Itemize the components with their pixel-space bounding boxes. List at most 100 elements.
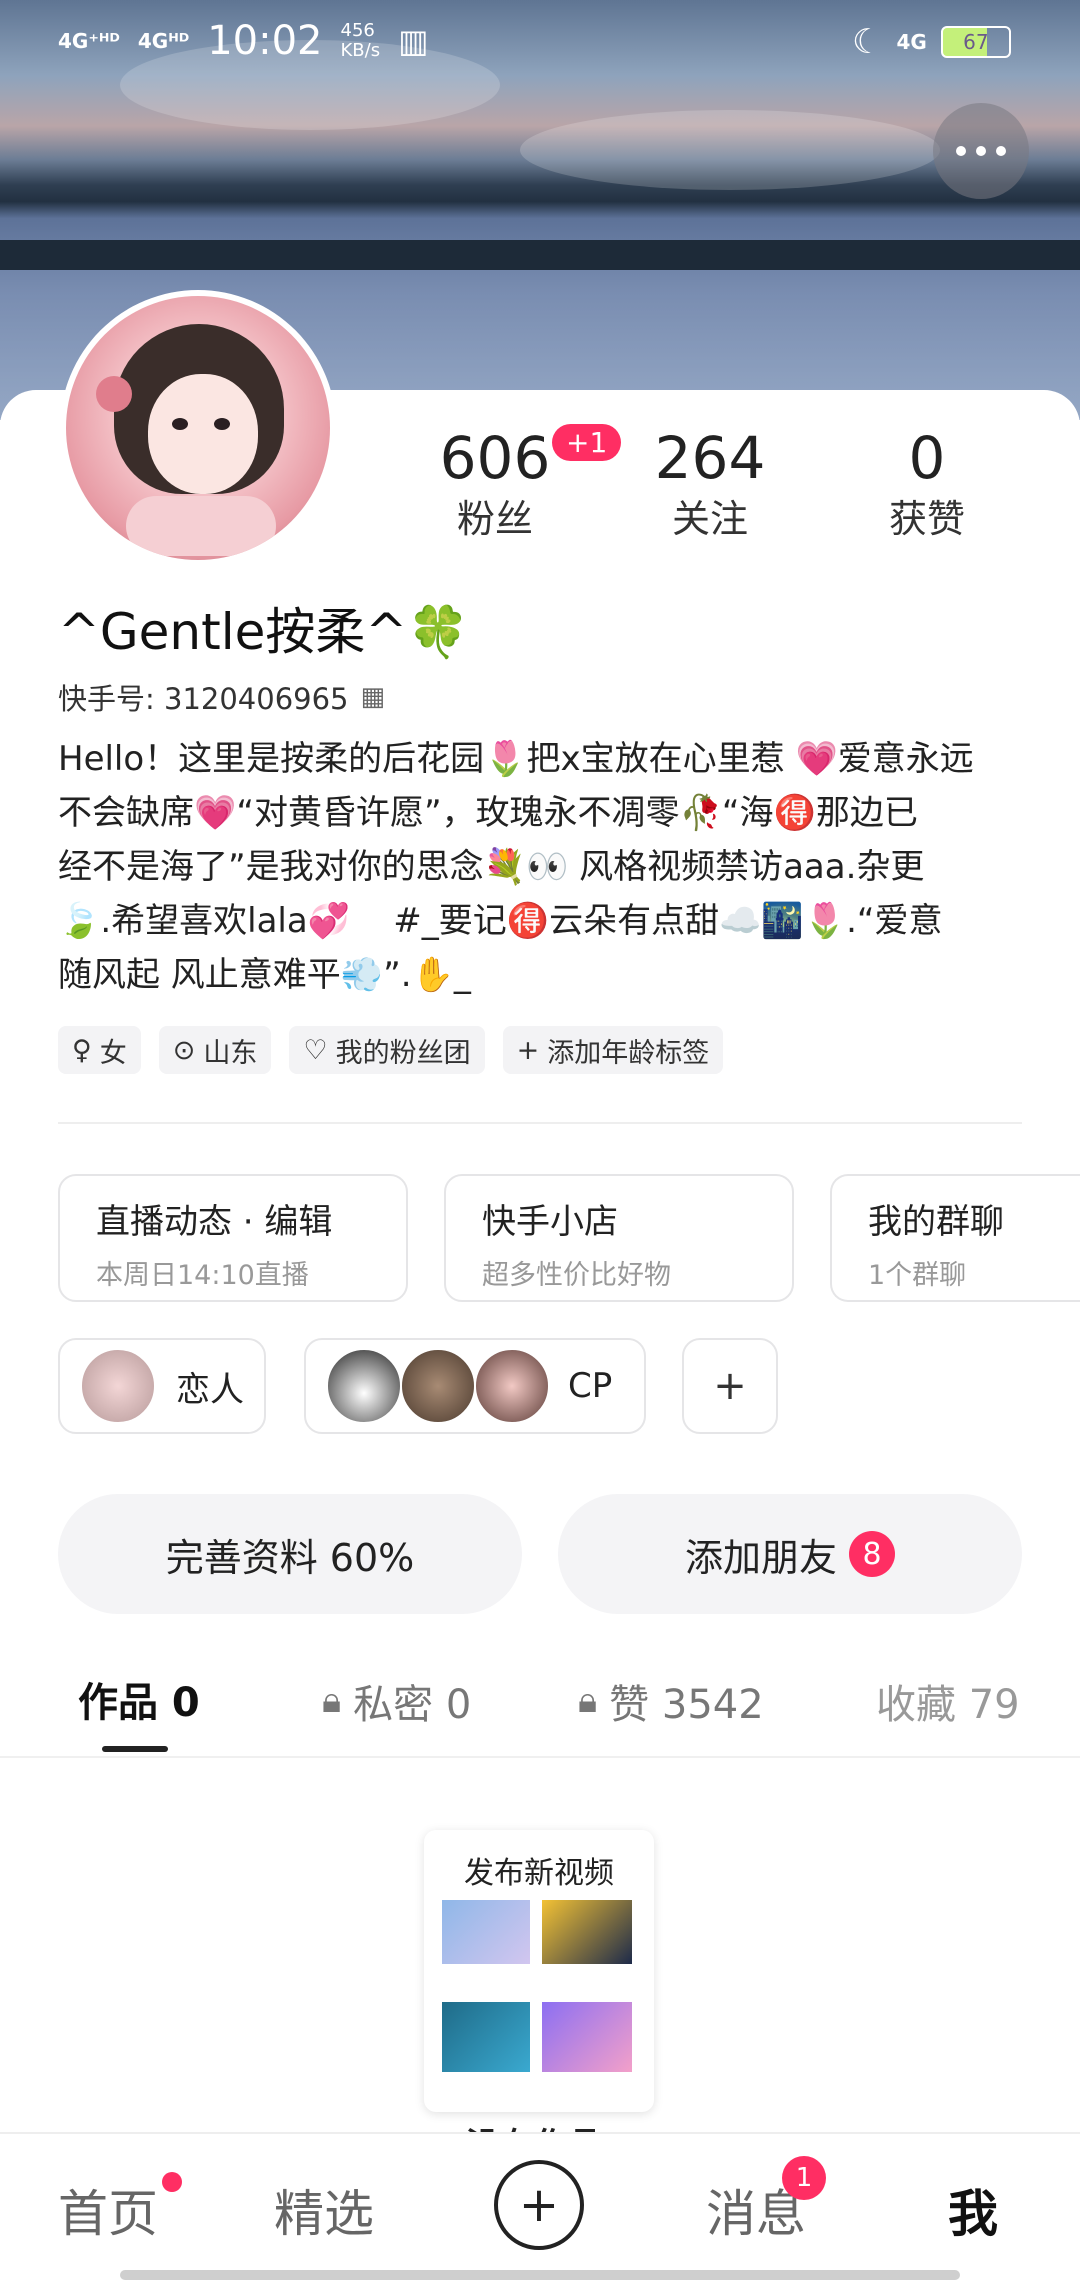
tag-location[interactable]: ⊙ 山东 — [158, 1026, 272, 1074]
app-notification-icon: ▥ — [398, 22, 429, 60]
divider — [58, 1122, 1022, 1124]
likes-count: 0 — [908, 424, 946, 492]
avatar[interactable] — [60, 290, 336, 566]
more-options-button[interactable] — [933, 103, 1029, 199]
info-card-title: 快手小店 — [482, 1202, 618, 1242]
complete-profile-label: 完善资料 60% — [165, 1535, 415, 1580]
plus-icon: + — [516, 1034, 540, 1066]
status-bar-right: ☾ 4G 67 — [852, 22, 1011, 62]
nav-me[interactable]: 我 — [948, 2174, 998, 2246]
tab-liked[interactable]: 🔒︎ 赞 3542 — [578, 1672, 764, 1730]
nav-featured[interactable]: 精选 — [274, 2174, 374, 2246]
tab-label: 私密 0 — [353, 1682, 472, 1728]
likes-label: 获赞 — [888, 497, 965, 541]
active-tab-indicator — [102, 1746, 168, 1752]
info-card-title: 我的群聊 — [868, 1202, 1004, 1242]
likes-stat[interactable]: 0 获赞 — [862, 424, 992, 543]
avatar-eye — [172, 418, 188, 430]
template-thumbnail — [442, 2002, 530, 2072]
profile-bio[interactable]: Hello！这里是按柔的后花园🌷把x宝放在心里惹 💗爱意永远 不会缺席💗“对黄昏… — [58, 732, 1048, 1002]
status-bar-left: 4G⁺ᴴᴰ 4Gᴴᴰ 10:02 456 KB/s ▥ — [58, 18, 428, 64]
complete-profile-button[interactable]: 完善资料 60% — [58, 1494, 522, 1614]
info-card-subtitle: 超多性价比好物 — [482, 1260, 671, 1291]
followers-label: 粉丝 — [456, 497, 533, 541]
following-count: 264 — [654, 424, 766, 492]
gender-icon: ♀ — [72, 1034, 92, 1066]
avatar-face — [148, 374, 258, 494]
template-thumbnail — [442, 1900, 530, 1964]
group-chat-card[interactable]: 我的群聊 1个群聊 — [830, 1174, 1080, 1302]
cp-relation[interactable]: CP — [304, 1338, 646, 1434]
tab-label: 赞 3542 — [609, 1682, 764, 1728]
speed-value: 456 — [340, 20, 375, 41]
avatar-shoulders — [126, 496, 276, 556]
tag-label: 山东 — [203, 1037, 258, 1069]
following-label: 关注 — [671, 497, 748, 541]
nav-home[interactable]: 首页 — [58, 2174, 158, 2246]
lock-icon: 🔒︎ — [578, 1680, 598, 1721]
tag-label: 女 — [99, 1037, 127, 1069]
profile-tags: ♀ 女 ⊙ 山东 ♡ 我的粉丝团 + 添加年龄标签 — [58, 1026, 724, 1074]
network-indicator-1: 4G⁺ᴴᴰ — [58, 29, 120, 53]
cp-avatar — [474, 1348, 550, 1424]
new-followers-badge: +1 — [552, 424, 622, 461]
template-thumbnail — [542, 1900, 632, 1964]
messages-badge: 1 — [782, 2156, 826, 2200]
template-thumbnail — [542, 2002, 632, 2072]
clock: 10:02 — [207, 18, 323, 64]
create-button[interactable]: + — [494, 2160, 584, 2250]
home-notification-dot — [162, 2172, 182, 2192]
lock-icon: 🔒︎ — [322, 1680, 342, 1721]
info-card-title: 直播动态 · 编辑 — [96, 1202, 333, 1242]
plus-icon: + — [713, 1363, 747, 1409]
lover-relation[interactable]: 恋人 — [58, 1338, 266, 1434]
tag-gender[interactable]: ♀ 女 — [58, 1026, 141, 1074]
lover-avatar — [80, 1348, 156, 1424]
friend-request-badge: 8 — [849, 1531, 895, 1577]
tag-fan-club[interactable]: ♡ 我的粉丝团 — [289, 1026, 485, 1074]
shop-card[interactable]: 快手小店 超多性价比好物 — [444, 1174, 794, 1302]
network-indicator-3: 4G — [896, 30, 927, 54]
moon-icon: ☾ — [852, 22, 883, 62]
publish-title: 发布新视频 — [464, 1856, 614, 1891]
plus-icon: + — [518, 2177, 560, 2233]
battery-icon: 67 — [940, 26, 1011, 58]
add-friend-button[interactable]: 添加朋友 8 — [558, 1494, 1022, 1614]
cp-avatar — [400, 1348, 476, 1424]
dot-icon — [976, 146, 986, 156]
tag-add-age[interactable]: + 添加年龄标签 — [502, 1026, 724, 1074]
avatar-eye — [214, 418, 230, 430]
tabs-divider — [0, 1756, 1080, 1758]
tab-private[interactable]: 🔒︎ 私密 0 — [322, 1672, 471, 1730]
gesture-bar — [120, 2270, 960, 2280]
lover-label: 恋人 — [176, 1369, 244, 1410]
followers-stat[interactable]: 606 粉丝 — [430, 424, 560, 543]
battery-level: 67 — [963, 30, 989, 54]
live-activity-card[interactable]: 直播动态 · 编辑 本周日14:10直播 — [58, 1174, 408, 1302]
info-card-subtitle: 本周日14:10直播 — [96, 1260, 309, 1291]
add-relation-button[interactable]: + — [682, 1338, 778, 1434]
kuaishou-id-row[interactable]: 快手号: 3120406965 ▦ — [58, 676, 385, 718]
dot-icon — [956, 146, 966, 156]
network-speed: 456 KB/s — [341, 21, 381, 61]
cp-label: CP — [568, 1366, 613, 1406]
qr-code-icon[interactable]: ▦ — [361, 682, 386, 712]
tab-collections[interactable]: 收藏 79 — [876, 1672, 1080, 1730]
publish-new-video-card[interactable]: 发布新视频 — [424, 1830, 654, 2112]
flower-icon — [96, 376, 132, 412]
avatar-image — [66, 296, 330, 560]
dot-icon — [996, 146, 1006, 156]
cloud — [520, 110, 940, 190]
speed-unit: KB/s — [340, 40, 381, 61]
treeline — [0, 240, 1080, 270]
following-stat[interactable]: 264 关注 — [645, 424, 775, 543]
tag-label: 添加年龄标签 — [547, 1037, 710, 1069]
heart-icon: ♡ — [303, 1034, 328, 1066]
info-card-subtitle: 1个群聊 — [868, 1260, 967, 1291]
add-friend-label: 添加朋友 — [684, 1535, 837, 1580]
tag-label: 我的粉丝团 — [335, 1037, 471, 1069]
network-indicator-2: 4Gᴴᴰ — [137, 29, 190, 53]
kuaishou-id: 快手号: 3120406965 — [58, 682, 349, 716]
profile-name[interactable]: ^Gentle按柔^🍀 — [58, 592, 470, 664]
tab-works[interactable]: 作品 0 — [78, 1670, 200, 1728]
